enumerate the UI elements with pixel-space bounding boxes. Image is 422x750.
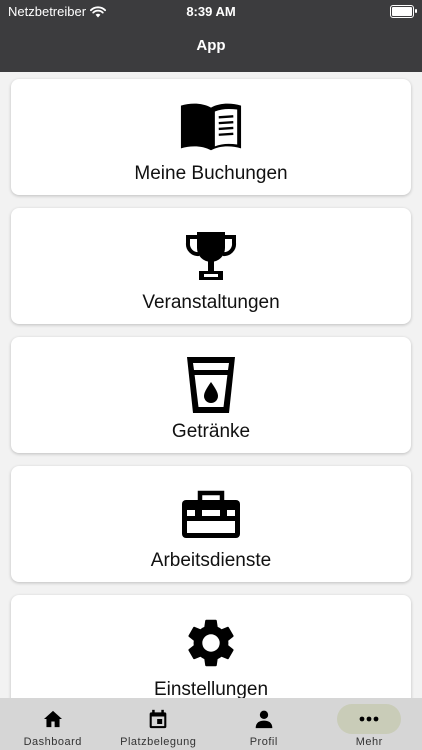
status-bar: Netzbetreiber 8:39 AM <box>0 0 422 24</box>
tab-label: Platzbelegung <box>120 736 197 748</box>
trophy-icon <box>179 226 243 286</box>
home-icon <box>21 704 85 734</box>
menu-item-veranstaltungen[interactable]: Veranstaltungen <box>11 208 411 324</box>
menu-item-label: Veranstaltungen <box>142 292 280 313</box>
bottom-tab-bar: Dashboard Platzbelegung Profil Mehr <box>0 698 422 750</box>
person-icon <box>232 704 296 734</box>
tab-dashboard[interactable]: Dashboard <box>0 698 106 750</box>
tab-label: Mehr <box>355 736 383 748</box>
menu-item-getraenke[interactable]: Getränke <box>11 337 411 453</box>
menu-item-einstellungen[interactable]: Einstellungen <box>11 595 411 711</box>
menu-item-meine-buchungen[interactable]: Meine Buchungen <box>11 79 411 195</box>
drink-cup-icon <box>179 355 243 415</box>
battery-icon <box>390 5 414 18</box>
battery-tip <box>415 9 417 13</box>
menu-item-label: Meine Buchungen <box>134 163 288 184</box>
menu-item-label: Arbeitsdienste <box>150 550 272 571</box>
app-bar: App <box>0 24 422 72</box>
toolbox-icon <box>179 484 243 544</box>
tab-mehr[interactable]: Mehr <box>317 698 422 750</box>
tab-profil[interactable]: Profil <box>211 698 317 750</box>
more-icon <box>337 704 402 734</box>
book-icon <box>179 97 243 157</box>
menu-list: Meine Buchungen Veranstaltungen Getränke <box>11 79 411 724</box>
menu-item-arbeitsdienste[interactable]: Arbeitsdienste <box>11 466 411 582</box>
clock: 8:39 AM <box>186 4 236 19</box>
calendar-icon <box>126 704 190 734</box>
page-title: App <box>196 37 226 54</box>
tab-label: Profil <box>249 736 278 748</box>
tab-label: Dashboard <box>23 736 82 748</box>
menu-item-label: Getränke <box>171 421 251 442</box>
tab-platzbelegung[interactable]: Platzbelegung <box>106 698 212 750</box>
gear-icon <box>179 613 243 673</box>
